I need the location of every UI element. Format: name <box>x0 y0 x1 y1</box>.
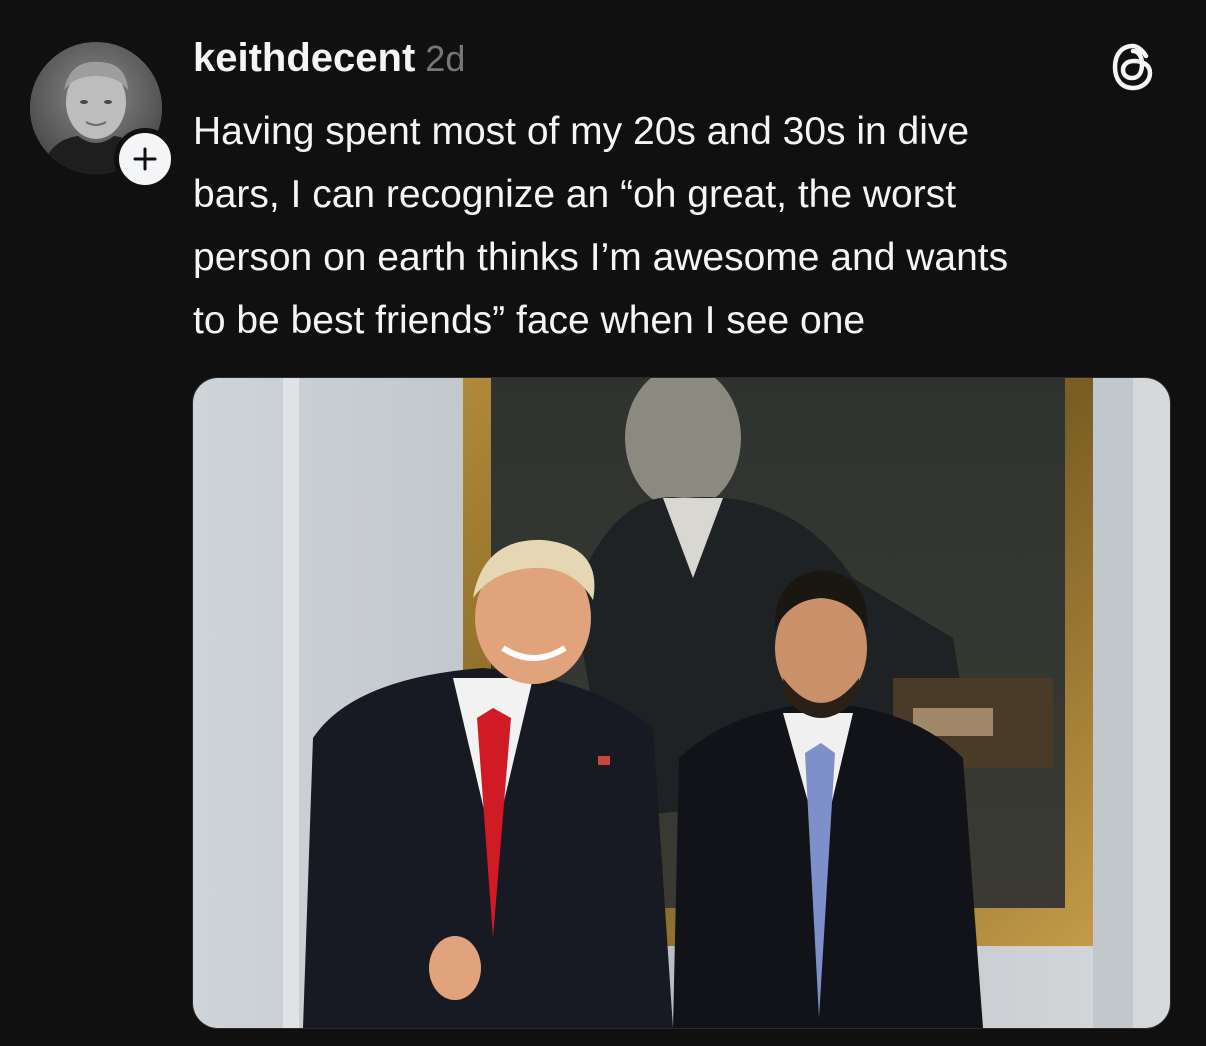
post-text-line: bars, I can recognize an “oh great, the … <box>193 173 957 216</box>
post-image[interactable] <box>192 377 1171 1029</box>
post-text-line: Having spent most of my 20s and 30s in d… <box>193 110 970 153</box>
post-text: Having spent most of my 20s and 30s in d… <box>193 100 1183 352</box>
photo-illustration <box>193 378 1170 1028</box>
post-text-line: person on earth thinks I’m awesome and w… <box>193 236 1009 279</box>
follow-button[interactable] <box>114 128 176 190</box>
timestamp[interactable]: 2d <box>425 38 465 80</box>
plus-icon <box>133 147 157 171</box>
author-avatar-container[interactable] <box>30 42 176 190</box>
post-text-line: to be best friends” face when I see one <box>193 299 866 342</box>
username[interactable]: keithdecent <box>193 36 415 81</box>
threads-logo-icon[interactable] <box>1111 42 1157 92</box>
post-header: keithdecent 2d <box>193 36 465 90</box>
thread-post: keithdecent 2d Having spent most of my 2… <box>0 0 1206 1046</box>
